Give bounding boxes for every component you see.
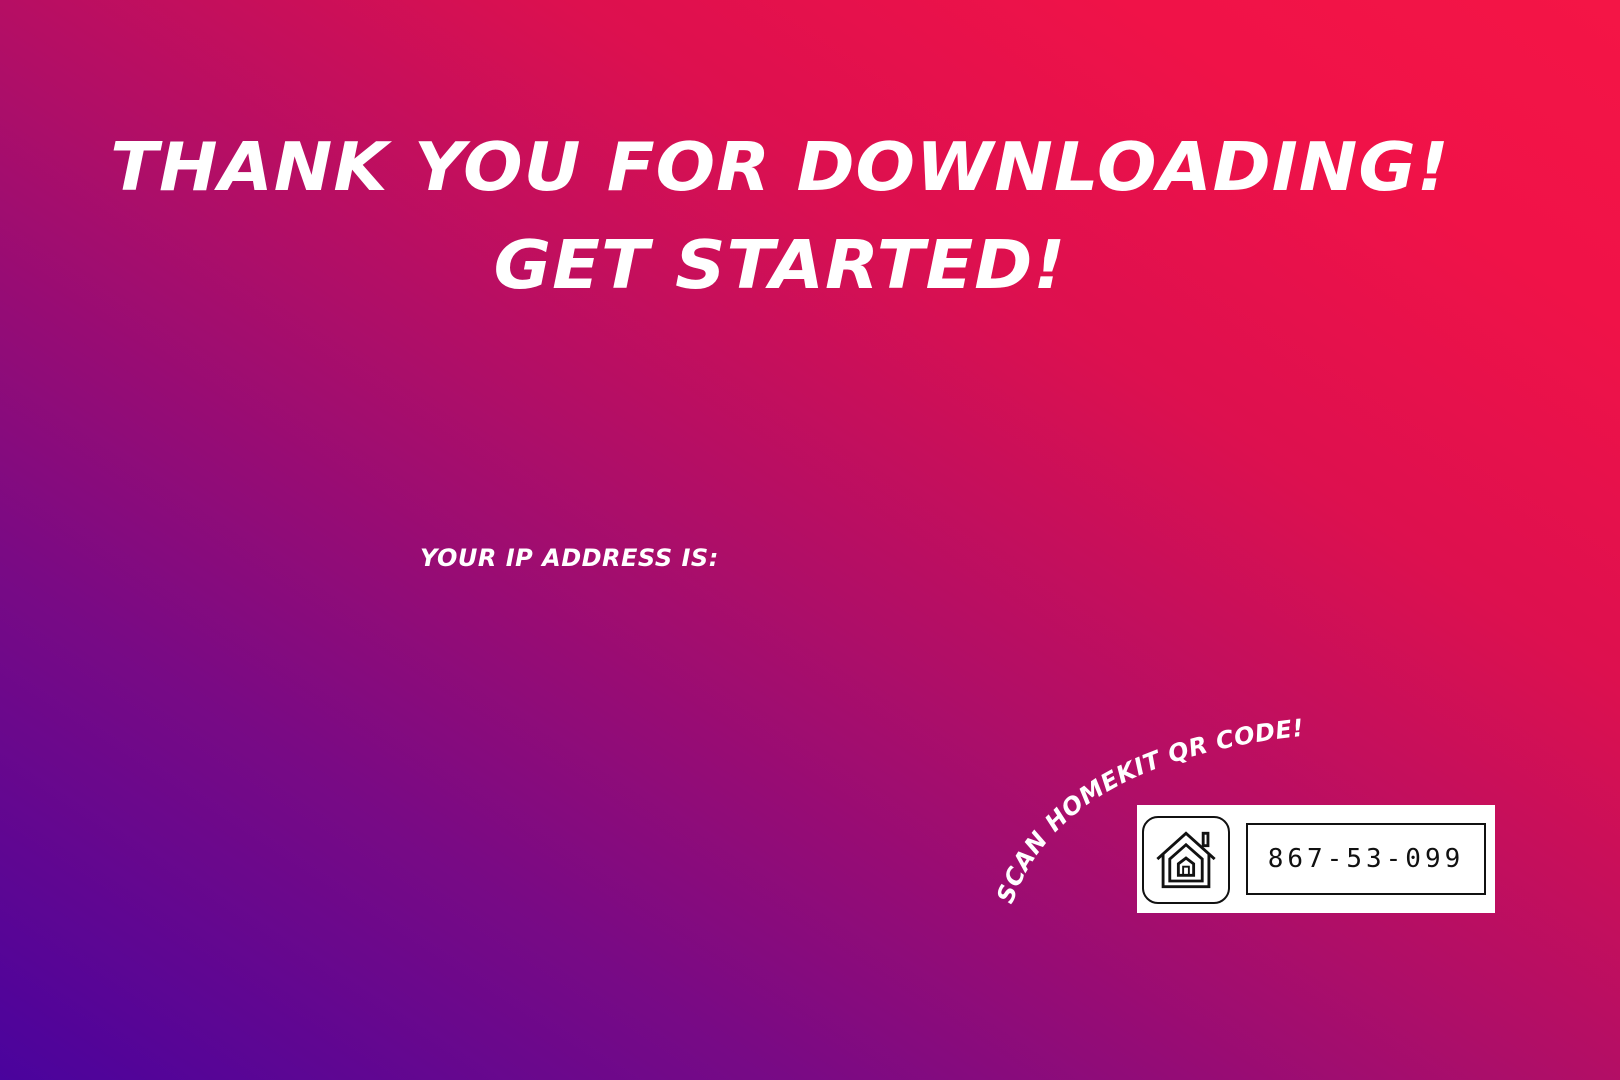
get-started-heading: GET STARTED! [493,226,1067,304]
home-icon-svg [1156,831,1216,889]
ip-address-label: YOUR IP ADDRESS IS: [420,544,719,572]
home-icon [1142,816,1230,904]
homekit-setup-code: 867-53-099 [1246,823,1486,895]
thank-you-heading: THANK YOU FOR DOWNLOADING! [110,128,1450,206]
homekit-setup-card[interactable]: 867-53-099 [1137,805,1495,913]
